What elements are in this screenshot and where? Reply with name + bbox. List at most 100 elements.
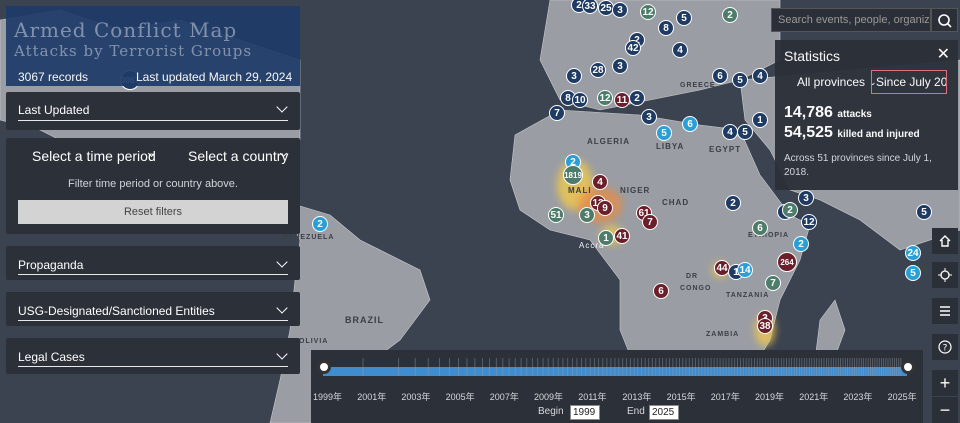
label-tanzania: TANZANIA (726, 292, 770, 299)
last-updated-dropdown[interactable]: Last Updated (6, 92, 300, 130)
event-cluster-marker[interactable]: 3 (612, 2, 628, 18)
search-icon (938, 14, 952, 28)
label-brazil: BRAZIL (345, 315, 384, 325)
locate-icon (938, 268, 952, 282)
timeline-year-label: 2023年 (843, 392, 873, 402)
zoom-out-button[interactable]: − (932, 397, 958, 423)
event-cluster-marker[interactable]: 2 (725, 195, 741, 211)
event-cluster-marker[interactable]: 6 (752, 220, 768, 236)
event-cluster-marker[interactable]: 5 (905, 265, 921, 281)
attacks-stat: 14,786 attacks (784, 104, 872, 121)
province-select[interactable]: All provinces ⌄ (793, 70, 881, 94)
event-cluster-marker[interactable]: 14 (737, 262, 753, 278)
end-year-input[interactable]: 2025 (649, 405, 679, 420)
timeline-slider[interactable]: 1999年 2001年 2003年 2005年 2007年 2009年 2011年 2013年… (311, 350, 923, 423)
last-updated-text: Last updated March 29, 2024 (136, 70, 293, 84)
event-cluster-marker[interactable]: 28 (590, 62, 606, 78)
event-cluster-marker[interactable]: 10 (572, 92, 588, 108)
event-cluster-marker[interactable]: 5 (737, 124, 753, 140)
label-libya: LIBYA (656, 142, 685, 151)
event-cluster-marker[interactable]: 264 (777, 252, 797, 272)
event-cluster-marker[interactable]: 24 (905, 245, 921, 261)
time-period-select[interactable]: Select a time period (32, 148, 156, 164)
event-cluster-marker[interactable]: 4 (672, 42, 688, 58)
event-cluster-marker[interactable]: 12 (597, 90, 613, 106)
label-congo: CONGO (680, 285, 712, 292)
propaganda-dropdown[interactable]: Propaganda (6, 246, 300, 280)
event-cluster-marker[interactable]: 5 (732, 72, 748, 88)
event-cluster-marker[interactable]: 3 (579, 207, 595, 223)
event-cluster-marker[interactable]: 12 (801, 214, 817, 230)
last-updated-label: Last Updated (18, 103, 90, 117)
usg-label: USG-Designated/Sanctioned Entities (18, 304, 215, 318)
timeline-year-label: 2009年 (534, 392, 564, 402)
filter-hint: Filter time period or country above. (68, 178, 238, 190)
event-cluster-marker[interactable]: 4 (722, 124, 738, 140)
list-button[interactable] (932, 298, 958, 324)
country-select[interactable]: Select a country (188, 148, 288, 164)
event-cluster-marker[interactable]: 2 (782, 202, 798, 218)
event-cluster-marker[interactable]: 4 (752, 68, 768, 84)
event-cluster-marker[interactable]: 3 (612, 58, 628, 74)
timeline-year-label: 2003年 (401, 392, 431, 402)
event-cluster-marker[interactable]: 7 (765, 275, 781, 291)
home-icon (939, 235, 951, 247)
chevron-down-icon (276, 256, 288, 268)
event-cluster-marker[interactable]: 9 (597, 200, 613, 216)
timeline-begin-handle[interactable] (317, 360, 331, 374)
event-cluster-marker[interactable]: 1 (598, 230, 614, 246)
timeline-track[interactable] (323, 358, 907, 376)
search-input[interactable]: Search events, people, organiz (771, 8, 931, 32)
event-cluster-marker[interactable]: 5 (676, 10, 692, 26)
timeline-year-label: 2013年 (622, 392, 652, 402)
timeline-end-handle[interactable] (901, 360, 915, 374)
event-cluster-marker[interactable]: 6 (653, 283, 669, 299)
event-cluster-marker[interactable]: 7 (642, 214, 658, 230)
record-count: 3067 records (18, 70, 89, 84)
list-icon (940, 306, 950, 316)
event-cluster-marker[interactable]: 5 (916, 204, 932, 220)
event-cluster-marker[interactable]: 3 (798, 190, 814, 206)
event-cluster-marker[interactable]: 1 (752, 112, 768, 128)
usg-entities-dropdown[interactable]: USG-Designated/Sanctioned Entities (6, 292, 300, 326)
event-cluster-marker[interactable]: 2 (793, 236, 809, 252)
event-cluster-marker[interactable]: 6 (682, 116, 698, 132)
timeline-year-label: 2025年 (887, 392, 917, 402)
event-cluster-marker[interactable]: 3 (566, 68, 582, 84)
timeline-year-label: 1999年 (313, 392, 343, 402)
event-cluster-marker[interactable]: 2 (629, 90, 645, 106)
event-cluster-marker[interactable]: 1819 (563, 165, 583, 185)
event-cluster-marker[interactable]: 41 (614, 228, 630, 244)
event-cluster-marker[interactable]: 11 (614, 92, 630, 108)
stats-description: Across 51 provinces since July 1, 2018. (784, 153, 932, 178)
event-cluster-marker[interactable]: 3 (641, 109, 657, 125)
event-cluster-marker[interactable]: 12 (640, 4, 656, 20)
event-cluster-marker[interactable]: 2 (312, 216, 328, 232)
event-cluster-marker[interactable]: 51 (548, 207, 564, 223)
search-button[interactable] (931, 8, 958, 32)
event-cluster-marker[interactable]: 6 (712, 68, 728, 84)
label-zambia: ZAMBIA (706, 331, 740, 338)
home-button[interactable] (932, 228, 958, 254)
begin-year-input[interactable]: 1999 (570, 405, 600, 420)
event-cluster-marker[interactable]: 4 (592, 174, 608, 190)
legal-cases-dropdown[interactable]: Legal Cases (6, 338, 300, 374)
event-cluster-marker[interactable]: 7 (549, 105, 565, 121)
timeline-year-label: 2019年 (755, 392, 785, 402)
event-cluster-marker[interactable]: 2 (722, 7, 738, 23)
event-cluster-marker[interactable]: 8 (658, 20, 674, 36)
zoom-in-button[interactable]: + (932, 370, 958, 396)
event-cluster-marker[interactable]: 38 (757, 318, 773, 334)
help-button[interactable]: ? (932, 334, 958, 360)
svg-text:?: ? (943, 344, 948, 354)
label-greece: GREECE (680, 82, 716, 89)
help-icon: ? (938, 340, 952, 354)
label-chad: CHAD (662, 198, 690, 207)
locate-button[interactable] (932, 262, 958, 288)
close-icon[interactable]: ✕ (937, 44, 950, 64)
event-cluster-marker[interactable]: 5 (656, 125, 672, 141)
chevron-down-icon (276, 302, 288, 314)
since-select[interactable]: Since July 20 (871, 70, 947, 94)
reset-filters-button[interactable]: Reset filters (18, 200, 288, 224)
event-cluster-marker[interactable]: 42 (625, 40, 641, 56)
